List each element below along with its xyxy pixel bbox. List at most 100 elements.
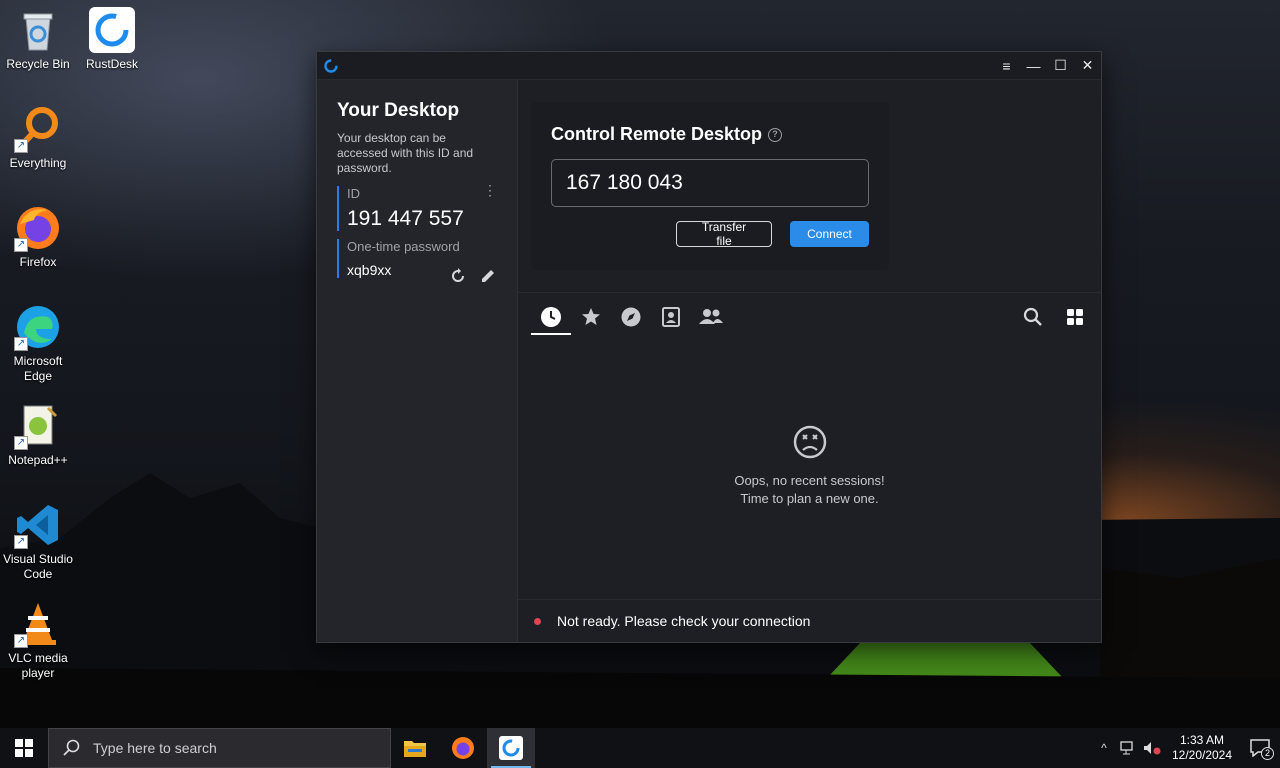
password-label: One-time password [347, 239, 460, 254]
shortcut-arrow-icon: ↗ [14, 238, 28, 252]
tab-favorites[interactable] [579, 305, 603, 329]
search-peers-button[interactable] [1021, 305, 1045, 329]
more-options-icon[interactable]: ⋮ [483, 183, 497, 197]
clock-icon [541, 307, 561, 327]
taskbar-rustdesk[interactable] [487, 728, 535, 768]
your-desktop-description: Your desktop can be accessed with this I… [337, 131, 474, 175]
notification-count-badge: 2 [1261, 747, 1274, 760]
window-controls: ≡ — ☐ ✕ [993, 52, 1101, 79]
tab-recent[interactable] [531, 305, 571, 335]
windows-logo-icon [15, 739, 33, 757]
start-button[interactable] [0, 728, 48, 768]
grid-view-icon [1067, 309, 1083, 325]
folder-icon [404, 741, 426, 757]
title-bar[interactable]: ≡ — ☐ ✕ [317, 52, 1101, 80]
status-dot-icon [534, 617, 541, 625]
empty-line-2: Time to plan a new one. [740, 491, 879, 506]
shortcut-arrow-icon: ↗ [14, 634, 28, 648]
search-icon [63, 739, 80, 756]
desktop-icon-edge[interactable]: ↗ Microsoft Edge [0, 303, 76, 384]
tab-address-book[interactable] [659, 305, 683, 329]
contact-book-icon [662, 307, 680, 327]
main-area: Control Remote Desktop ? Transfer file C… [518, 80, 1101, 642]
desktop-icon-label: RustDesk [85, 57, 138, 71]
rustdesk-icon [499, 736, 523, 760]
desktop-icon-label: Microsoft Edge [13, 354, 63, 383]
connect-actions: Transfer file Connect [551, 220, 869, 248]
remote-id-input[interactable] [551, 159, 869, 207]
shortcut-arrow-icon: ↗ [14, 436, 28, 450]
desktop-icon-firefox[interactable]: ↗ Firefox [0, 204, 76, 270]
desktop-icon-label: Notepad++ [8, 453, 68, 467]
desktop-icon-rustdesk[interactable]: RustDesk [74, 6, 150, 72]
taskbar-search[interactable]: Type here to search [48, 728, 391, 768]
people-icon [699, 309, 723, 324]
taskbar: Type here to search ^ 1:33 AM 12/20/2024… [0, 728, 1280, 768]
desktop-icon-everything[interactable]: ↗ Everything [0, 105, 76, 171]
empty-state: Oops, no recent sessions! Time to plan a… [518, 425, 1101, 508]
taskbar-clock[interactable]: 1:33 AM 12/20/2024 [1164, 733, 1240, 763]
close-button[interactable]: ✕ [1074, 52, 1101, 79]
taskbar-search-placeholder: Type here to search [93, 740, 217, 756]
desktop-icon-vlc[interactable]: ↗ VLC media player [0, 600, 76, 681]
rustdesk-window: ≡ — ☐ ✕ Your Desktop Your desktop can be… [316, 51, 1102, 643]
desktop-icon-label: Recycle Bin [6, 57, 70, 71]
edit-pencil-icon[interactable] [479, 267, 497, 285]
help-icon[interactable]: ? [768, 127, 783, 142]
sad-face-icon [793, 425, 826, 459]
your-desktop-title: Your Desktop [337, 100, 460, 121]
clock-time: 1:33 AM [1179, 733, 1225, 747]
notification-center-button[interactable]: 2 [1240, 728, 1280, 768]
tab-group[interactable] [699, 305, 723, 329]
shortcut-arrow-icon: ↗ [14, 535, 28, 549]
control-remote-card: Control Remote Desktop ? Transfer file C… [531, 102, 889, 270]
everything-icon: ↗ [14, 105, 62, 153]
your-desktop-panel: Your Desktop Your desktop can be accesse… [317, 80, 518, 642]
edge-icon: ↗ [14, 303, 62, 351]
vscode-icon: ↗ [14, 501, 62, 549]
transfer-file-button[interactable]: Transfer file [676, 220, 772, 248]
compass-icon [621, 307, 641, 327]
rustdesk-logo-icon [324, 58, 338, 73]
desktop-icon-recycle-bin[interactable]: Recycle Bin [0, 6, 76, 72]
taskbar-firefox[interactable] [439, 728, 487, 768]
refresh-icon[interactable] [449, 267, 467, 285]
firefox-icon [452, 737, 474, 759]
peer-tabs [518, 292, 1101, 342]
id-value[interactable]: 191 447 557 [347, 207, 497, 231]
desktop-icon-vscode[interactable]: ↗ Visual Studio Code [0, 501, 76, 582]
desktop-icon-label: Everything [9, 156, 67, 170]
firefox-icon: ↗ [14, 204, 62, 252]
password-actions [449, 267, 497, 285]
search-icon [1023, 307, 1042, 326]
recycle-bin-icon [14, 6, 62, 54]
tray-overflow-chevron-icon[interactable]: ^ [1092, 728, 1116, 768]
id-block: ID 191 447 557 ⋮ [337, 183, 497, 231]
control-remote-title-text: Control Remote Desktop [551, 124, 763, 144]
empty-line-1: Oops, no recent sessions! [734, 473, 885, 488]
control-remote-title: Control Remote Desktop ? [551, 124, 869, 145]
desktop-icon-label: Firefox [19, 255, 57, 269]
desktop-icon-notepadpp[interactable]: ↗ Notepad++ [0, 402, 76, 468]
taskbar-file-explorer[interactable] [391, 728, 439, 768]
status-text: Not ready. Please check your connection [557, 613, 811, 629]
menu-button[interactable]: ≡ [993, 52, 1020, 79]
rustdesk-icon [88, 6, 136, 54]
shortcut-arrow-icon: ↗ [14, 139, 28, 153]
tab-discovered[interactable] [619, 305, 643, 329]
desktop-icon-label: VLC media player [8, 651, 68, 680]
status-bar: Not ready. Please check your connection [518, 599, 1101, 642]
network-icon[interactable] [1116, 728, 1140, 768]
shortcut-arrow-icon: ↗ [14, 337, 28, 351]
maximize-button[interactable]: ☐ [1047, 52, 1074, 79]
system-tray: ^ 1:33 AM 12/20/2024 2 [1092, 728, 1280, 768]
clock-date: 12/20/2024 [1171, 748, 1233, 762]
star-icon [582, 308, 600, 325]
connect-button[interactable]: Connect [790, 221, 869, 247]
notepadpp-icon: ↗ [14, 402, 62, 450]
volume-muted-icon[interactable] [1140, 728, 1164, 768]
minimize-button[interactable]: — [1020, 52, 1047, 79]
password-block: One-time password xqb9xx [337, 239, 497, 282]
view-toggle-button[interactable] [1063, 305, 1087, 329]
vlc-icon: ↗ [14, 600, 62, 648]
